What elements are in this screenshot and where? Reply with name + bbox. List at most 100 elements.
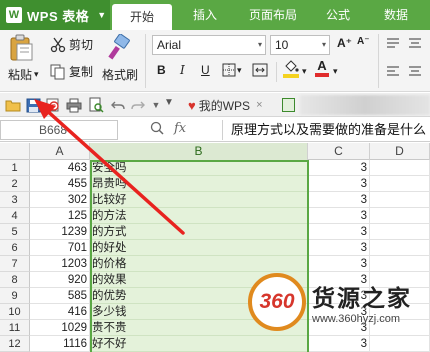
cell[interactable] bbox=[370, 176, 430, 192]
cell[interactable]: 比较好 bbox=[90, 192, 308, 208]
font-size-select[interactable]: 10 ▾ bbox=[270, 35, 330, 55]
align-center-icon bbox=[409, 66, 421, 76]
cell[interactable]: 3 bbox=[308, 224, 370, 240]
cell[interactable]: 416 bbox=[30, 304, 90, 320]
italic-button[interactable]: I bbox=[180, 63, 185, 77]
grow-font-button[interactable]: A⁺ bbox=[337, 36, 352, 50]
row-header[interactable]: 7 bbox=[0, 256, 30, 272]
row-header[interactable]: 5 bbox=[0, 224, 30, 240]
merge-cells-button[interactable] bbox=[252, 63, 268, 77]
tab-data[interactable]: 数据 bbox=[370, 0, 422, 30]
fill-color-dropdown[interactable]: ▾ bbox=[302, 66, 307, 77]
align-center-button[interactable] bbox=[408, 65, 422, 77]
cell[interactable]: 920 bbox=[30, 272, 90, 288]
column-header-c[interactable]: C bbox=[308, 143, 370, 160]
shrink-font-button[interactable]: A⁻ bbox=[357, 36, 370, 47]
tab-home[interactable]: 开始 bbox=[112, 4, 172, 30]
save-as-icon[interactable]: P bbox=[45, 97, 61, 113]
cell[interactable]: 安全吗 bbox=[90, 160, 308, 176]
cell[interactable]: 1029 bbox=[30, 320, 90, 336]
font-color-dropdown[interactable]: ▾ bbox=[333, 66, 338, 77]
customize-toolbar-dropdown[interactable]: ▼ bbox=[148, 97, 164, 113]
print-preview-icon[interactable] bbox=[88, 97, 104, 113]
cell[interactable]: 昂贵吗 bbox=[90, 176, 308, 192]
watermark-url: www.360hyzj.com bbox=[312, 313, 401, 325]
cell[interactable]: 585 bbox=[30, 288, 90, 304]
cut-button[interactable]: 剪切 bbox=[50, 36, 93, 53]
zoom-icon[interactable] bbox=[150, 121, 164, 138]
row-header[interactable]: 9 bbox=[0, 288, 30, 304]
font-color-swatch bbox=[315, 73, 329, 77]
cell[interactable]: 3 bbox=[308, 160, 370, 176]
cell[interactable]: 3 bbox=[308, 192, 370, 208]
tab-page-layout[interactable]: 页面布局 bbox=[234, 0, 312, 30]
cell[interactable]: 1116 bbox=[30, 336, 90, 352]
fill-color-button[interactable] bbox=[283, 60, 299, 78]
cell[interactable]: 3 bbox=[308, 240, 370, 256]
save-icon[interactable] bbox=[25, 97, 41, 113]
cell[interactable]: 的好处 bbox=[90, 240, 308, 256]
row-header[interactable]: 11 bbox=[0, 320, 30, 336]
paste-button[interactable] bbox=[8, 34, 36, 62]
undo-icon[interactable] bbox=[110, 97, 126, 113]
align-middle-button[interactable] bbox=[408, 37, 422, 49]
cell[interactable]: 的方式 bbox=[90, 224, 308, 240]
format-painter-button[interactable] bbox=[104, 34, 134, 62]
cell[interactable]: 3 bbox=[308, 336, 370, 352]
align-left-button[interactable] bbox=[386, 65, 400, 77]
print-icon[interactable] bbox=[66, 97, 82, 113]
paste-label[interactable]: 粘贴 ▾ bbox=[8, 66, 39, 83]
row-header[interactable]: 10 bbox=[0, 304, 30, 320]
chevron-down-icon: ▼ bbox=[97, 10, 107, 20]
underline-button[interactable]: U bbox=[201, 63, 210, 77]
cell[interactable] bbox=[370, 208, 430, 224]
copy-button[interactable]: 复制 bbox=[50, 63, 93, 80]
cell[interactable] bbox=[370, 192, 430, 208]
borders-button[interactable]: ▾ bbox=[222, 63, 242, 77]
column-header-a[interactable]: A bbox=[30, 143, 90, 160]
sheet-file-icon[interactable] bbox=[282, 98, 295, 112]
cell[interactable] bbox=[370, 336, 430, 352]
column-header-d[interactable]: D bbox=[370, 143, 430, 160]
row-header[interactable]: 3 bbox=[0, 192, 30, 208]
bold-button[interactable]: B bbox=[157, 63, 166, 77]
name-box[interactable]: B668 bbox=[0, 120, 118, 140]
row-header[interactable]: 12 bbox=[0, 336, 30, 352]
insert-function-button[interactable]: fx bbox=[174, 121, 186, 138]
tab-insert[interactable]: 插入 bbox=[180, 0, 230, 30]
cell[interactable]: 3 bbox=[308, 176, 370, 192]
font-name-select[interactable]: Arial ▾ bbox=[152, 35, 266, 55]
app-name: WPS 表格 bbox=[27, 8, 90, 24]
my-wps-tab[interactable]: ♥ 我的WPS × bbox=[188, 95, 263, 115]
close-icon[interactable]: × bbox=[256, 99, 262, 111]
open-folder-icon[interactable] bbox=[5, 97, 21, 113]
row-header[interactable]: 6 bbox=[0, 240, 30, 256]
cell[interactable]: 701 bbox=[30, 240, 90, 256]
cell[interactable]: 3 bbox=[308, 208, 370, 224]
cell[interactable]: 302 bbox=[30, 192, 90, 208]
cell[interactable]: 463 bbox=[30, 160, 90, 176]
redo-icon[interactable] bbox=[130, 97, 146, 113]
align-top-button[interactable] bbox=[386, 37, 400, 49]
row-header[interactable]: 1 bbox=[0, 160, 30, 176]
cell[interactable]: 125 bbox=[30, 208, 90, 224]
cell[interactable] bbox=[370, 240, 430, 256]
cell[interactable] bbox=[370, 160, 430, 176]
row-header[interactable]: 2 bbox=[0, 176, 30, 192]
cell[interactable]: 的方法 bbox=[90, 208, 308, 224]
row-header[interactable]: 4 bbox=[0, 208, 30, 224]
formula-input[interactable]: 原理方式以及需要做的准备是什么 bbox=[222, 120, 430, 140]
row-header[interactable]: 8 bbox=[0, 272, 30, 288]
column-header-b[interactable]: B bbox=[90, 143, 308, 160]
cell[interactable]: 455 bbox=[30, 176, 90, 192]
select-all-corner[interactable] bbox=[0, 143, 30, 160]
cell[interactable] bbox=[370, 224, 430, 240]
tab-formulas[interactable]: 公式 bbox=[314, 0, 362, 30]
cell[interactable]: 1203 bbox=[30, 256, 90, 272]
app-menu-button[interactable]: W WPS 表格 ▼ bbox=[0, 0, 110, 30]
cell[interactable]: 好不好 bbox=[90, 336, 308, 352]
cell[interactable]: 1239 bbox=[30, 224, 90, 240]
format-painter-label[interactable]: 格式刷 bbox=[102, 66, 138, 83]
chevron-down-icon[interactable]: ▼ bbox=[164, 97, 174, 108]
font-color-button[interactable]: A bbox=[315, 59, 329, 77]
